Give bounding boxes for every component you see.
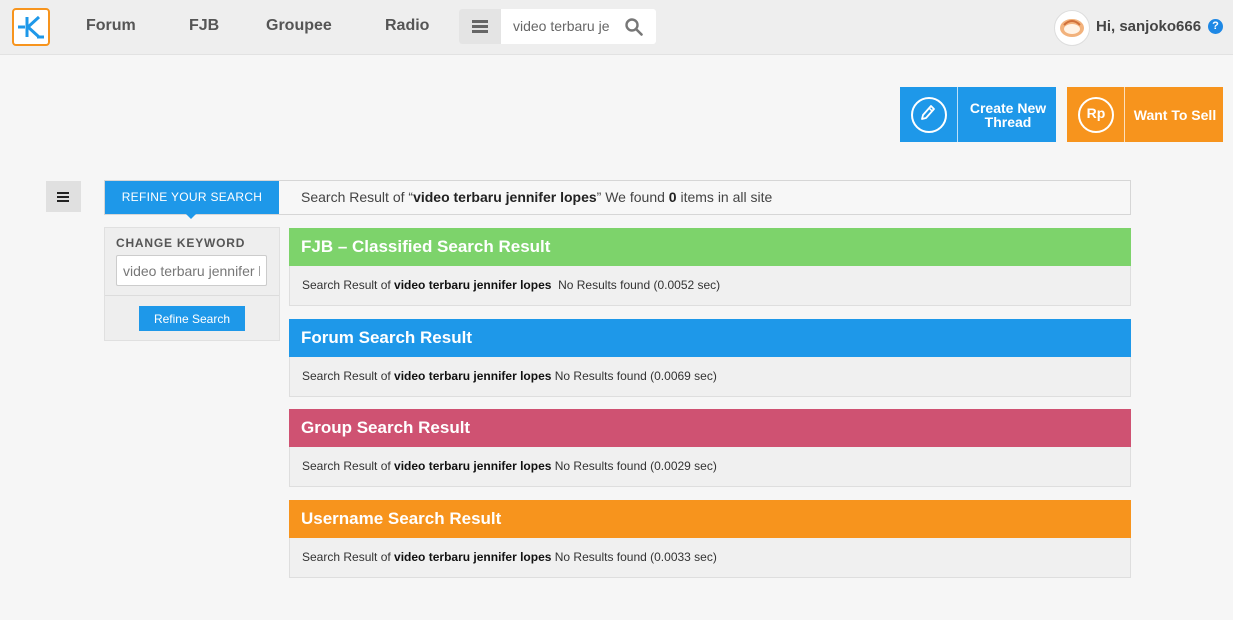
change-keyword-label: CHANGE KEYWORD	[116, 236, 246, 250]
group-section-result-text: Search Result of video terbaru jennifer …	[289, 447, 1131, 487]
result-query: video terbaru jennifer lopes	[394, 459, 552, 473]
nav-forum[interactable]: Forum	[86, 17, 136, 35]
summary-prefix: Search Result of “	[301, 189, 414, 205]
result-prefix: Search Result of	[302, 369, 395, 383]
nav-radio[interactable]: Radio	[385, 17, 429, 35]
fjb-classified-search-section: FJB – Classified Search Result Search Res…	[289, 228, 1131, 306]
group-section-title[interactable]: Group Search Result	[289, 409, 1131, 447]
summary-count: 0	[668, 189, 677, 205]
forum-section-result-text: Search Result of video terbaru jennifer …	[289, 357, 1131, 397]
tab-pointer-icon	[186, 214, 196, 219]
create-label-line2: Thread	[984, 113, 1032, 130]
search-result-summary: Search Result of “video terbaru jennifer…	[301, 189, 772, 205]
summary-query: video terbaru jennifer lopes	[413, 189, 597, 205]
forum-search-section: Forum Search Result Search Result of vide…	[289, 319, 1131, 397]
result-status: No Results found (0.0033 sec)	[551, 550, 717, 564]
summary-suffix: items in all site	[676, 189, 773, 205]
result-status: No Results found (0.0052 sec)	[551, 278, 721, 292]
rupiah-icon-circle: Rp	[1078, 97, 1114, 133]
result-query: video terbaru jennifer lopes	[394, 369, 552, 383]
user-greeting[interactable]: Hi, sanjoko666	[1096, 18, 1201, 35]
avatar-image	[1060, 19, 1084, 37]
hamburger-icon-bar	[472, 30, 488, 33]
rupiah-icon-text: Rp	[1086, 105, 1106, 121]
fjb-classified-section-title[interactable]: FJB – Classified Search Result	[289, 228, 1131, 266]
summary-mid: ” We found	[596, 189, 669, 205]
sidebar-toggle-button[interactable]	[46, 181, 81, 212]
pencil-icon-circle	[911, 97, 947, 133]
hamburger-icon-bar	[57, 200, 69, 202]
logo-k-icon	[18, 15, 44, 39]
username-search-section: Username Search Result Search Result of v…	[289, 500, 1131, 578]
search-box	[459, 9, 656, 44]
hamburger-icon	[472, 20, 488, 23]
result-status: No Results found (0.0069 sec)	[551, 369, 717, 383]
kaskus-logo[interactable]	[12, 8, 50, 46]
result-query: video terbaru jennifer lopes	[394, 550, 552, 564]
result-prefix: Search Result of	[302, 459, 395, 473]
forum-section-title[interactable]: Forum Search Result	[289, 319, 1131, 357]
username-section-result-text: Search Result of video terbaru jennifer …	[289, 538, 1131, 578]
want-to-sell-button[interactable]: Rp Want To Sell	[1067, 87, 1223, 142]
help-icon[interactable]: ?	[1208, 19, 1223, 34]
create-new-thread-label: Create New Thread	[960, 87, 1056, 142]
hamburger-icon-bar	[57, 196, 69, 198]
group-search-section: Group Search Result Search Result of vide…	[289, 409, 1131, 487]
result-status: No Results found (0.0029 sec)	[551, 459, 717, 473]
nav-fjb[interactable]: FJB	[189, 17, 219, 35]
hamburger-icon	[57, 192, 69, 194]
pencil-icon	[900, 87, 958, 142]
refine-your-search-tab[interactable]: REFINE YOUR SEARCH	[105, 181, 279, 219]
search-menu-button[interactable]	[459, 9, 501, 44]
create-new-thread-button[interactable]: Create New Thread	[900, 87, 1056, 142]
refine-search-button[interactable]: Refine Search	[139, 306, 245, 331]
hamburger-icon-bar	[472, 25, 488, 28]
user-avatar[interactable]	[1054, 10, 1090, 46]
search-input[interactable]	[513, 18, 613, 34]
result-query: video terbaru jennifer lopes	[394, 278, 552, 292]
result-prefix: Search Result of	[302, 550, 395, 564]
want-to-sell-label: Want To Sell	[1133, 106, 1217, 123]
search-icon[interactable]	[625, 18, 643, 36]
rupiah-icon: Rp	[1067, 87, 1125, 142]
result-prefix: Search Result of	[302, 278, 395, 292]
refine-tab-label: REFINE YOUR SEARCH	[121, 190, 263, 204]
panel-divider	[105, 295, 279, 296]
top-navbar: Forum FJB Groupee Radio Hi, sanjoko666 ?	[0, 0, 1233, 55]
pencil-icon-glyph	[921, 105, 935, 120]
keyword-input[interactable]	[116, 255, 267, 286]
fjb-classified-section-result-text: Search Result of video terbaru jennifer …	[289, 266, 1131, 306]
nav-groupee[interactable]: Groupee	[266, 17, 332, 35]
username-section-title[interactable]: Username Search Result	[289, 500, 1131, 538]
